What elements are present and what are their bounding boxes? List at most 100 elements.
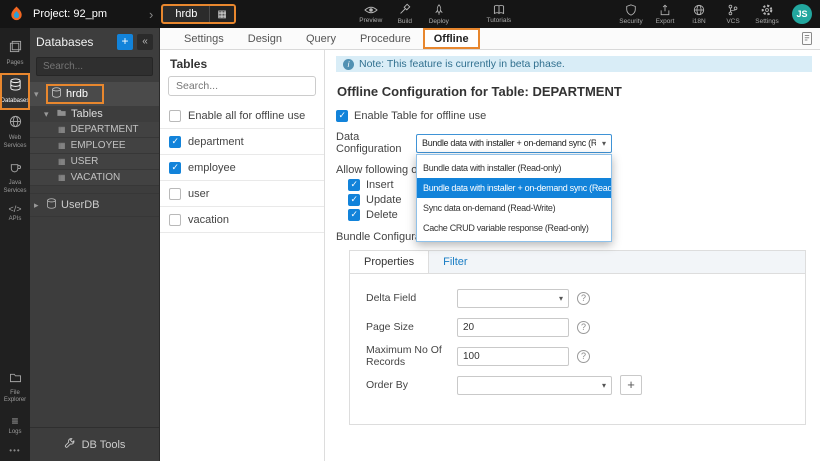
tab-properties[interactable]: Properties — [350, 251, 430, 273]
department-checkbox[interactable] — [169, 135, 181, 148]
dropdown-option[interactable]: Sync data on-demand (Read-Write) — [417, 198, 611, 218]
preview-button[interactable]: Preview — [354, 3, 388, 25]
db-context-selector[interactable]: hrdb ▦ — [161, 4, 236, 24]
enable-table-checkbox[interactable] — [336, 110, 348, 122]
db-tools-button[interactable]: DB Tools — [30, 427, 159, 461]
page-size-row: Page Size ? — [366, 317, 805, 337]
dropdown-option[interactable]: Bundle data with installer (Read-only) — [417, 158, 611, 178]
chevron-down-icon: ▾ — [601, 138, 606, 148]
globe-icon — [693, 4, 705, 16]
i18n-globe-icon[interactable]: i18N — [682, 4, 716, 25]
shield-icon — [625, 3, 637, 16]
sidebar-item-file-explorer[interactable]: File Explorer — [0, 365, 30, 410]
sidebar-item-java-services[interactable]: Java Services — [0, 155, 30, 200]
tab-offline[interactable]: Offline — [422, 28, 480, 49]
info-icon: i — [343, 58, 354, 70]
databases-search-input[interactable] — [36, 57, 153, 76]
deploy-button[interactable]: Deploy — [422, 3, 456, 25]
max-records-input[interactable] — [457, 346, 569, 366]
sidebar-item-web-services[interactable]: Web Services — [0, 110, 30, 155]
delta-field-select[interactable]: ▾ — [457, 288, 569, 308]
settings-button[interactable]: Settings — [750, 4, 784, 25]
hrdb-highlight: hrdb — [46, 84, 105, 104]
hammer-icon — [398, 3, 411, 16]
left-nav-rail: Pages Databases Web Services Java Servic… — [0, 28, 30, 461]
order-by-select[interactable]: ▾ — [457, 375, 612, 395]
vcs-button[interactable]: VCS — [716, 4, 750, 25]
chevron-right-icon: › — [148, 6, 154, 22]
export-file-icon[interactable] — [800, 31, 814, 46]
tree-item-hrdb[interactable]: ▾ hrdb — [30, 82, 159, 106]
web-services-icon — [9, 115, 22, 133]
tables-search-input[interactable] — [168, 76, 316, 96]
databases-tree: ▾ hrdb ▾ Tables ▦ DEPARTMENT ▦ EMPLOYEE — [30, 82, 159, 217]
table-icon: ▦ — [58, 141, 66, 150]
chevron-down-icon: ▾ — [601, 380, 606, 390]
dropdown-option[interactable]: Cache CRUD variable response (Read-only) — [417, 218, 611, 238]
tree-item-table-department[interactable]: ▦ DEPARTMENT — [30, 122, 159, 138]
topbar-actions: Preview Build Deploy — [354, 3, 456, 25]
enable-all-checkbox[interactable] — [169, 109, 181, 122]
sidebar-item-pages[interactable]: Pages — [0, 35, 30, 73]
data-configuration-dropdown: Bundle data with installer (Read-only) B… — [416, 153, 612, 242]
delete-checkbox[interactable] — [348, 209, 360, 221]
wavemaker-logo-icon — [8, 5, 25, 23]
list-item-user[interactable]: user — [160, 181, 324, 207]
sidebar-item-logs[interactable]: ≡ Logs — [0, 410, 30, 442]
table-icon: ▦ — [58, 173, 66, 182]
help-icon[interactable]: ? — [577, 349, 590, 363]
tab-settings[interactable]: Settings — [172, 28, 236, 49]
tab-query[interactable]: Query — [294, 28, 348, 49]
book-icon — [492, 4, 506, 15]
database-icon — [46, 198, 57, 212]
grid-view-icon[interactable]: ▦ — [210, 6, 234, 22]
help-icon[interactable]: ? — [577, 320, 590, 334]
employee-checkbox[interactable] — [169, 161, 181, 174]
list-item-vacation[interactable]: vacation — [160, 207, 324, 233]
databases-panel-title: Databases — [36, 35, 94, 49]
sidebar-item-apis[interactable]: </> APIs — [0, 200, 30, 229]
bundle-configuration-panel: Properties Filter Delta Field ▾ ? Page S… — [349, 250, 806, 425]
caret-down-icon[interactable]: ▾ — [44, 109, 52, 120]
delta-field-row: Delta Field ▾ ? — [366, 288, 805, 308]
add-order-by-button[interactable]: + — [620, 375, 642, 395]
add-database-button[interactable]: + — [117, 34, 133, 50]
tree-item-table-vacation[interactable]: ▦ VACATION — [30, 170, 159, 186]
insert-checkbox[interactable] — [348, 179, 360, 191]
tree-item-userdb[interactable]: ▸ UserDB — [30, 193, 159, 217]
caret-down-icon[interactable]: ▾ — [34, 89, 42, 100]
database-icon — [9, 77, 22, 96]
collapse-panel-icon[interactable]: « — [137, 34, 153, 50]
export-button[interactable]: Export — [648, 4, 682, 25]
user-avatar[interactable]: JS — [792, 4, 812, 24]
security-button[interactable]: Security — [614, 3, 648, 25]
build-button[interactable]: Build — [388, 3, 422, 25]
tab-procedure[interactable]: Procedure — [348, 28, 423, 49]
data-configuration-select[interactable]: Bundle data with installer + on-demand s… — [416, 133, 612, 153]
help-icon[interactable]: ? — [577, 291, 590, 305]
list-item-department[interactable]: department — [160, 129, 324, 155]
list-item-enable-all[interactable]: Enable all for offline use — [160, 103, 324, 129]
caret-right-icon[interactable]: ▸ — [34, 200, 42, 211]
more-icon[interactable]: ••• — [9, 441, 20, 461]
tab-design[interactable]: Design — [236, 28, 294, 49]
offline-config-area: i Note: This feature is currently in bet… — [325, 50, 820, 461]
tutorials-button[interactable]: Tutorials — [482, 4, 516, 24]
vacation-checkbox[interactable] — [169, 213, 181, 226]
update-checkbox[interactable] — [348, 194, 360, 206]
user-checkbox[interactable] — [169, 187, 181, 200]
tab-filter[interactable]: Filter — [429, 251, 481, 273]
page-size-input[interactable] — [457, 317, 569, 337]
list-item-employee[interactable]: employee — [160, 155, 324, 181]
dropdown-option-selected[interactable]: Bundle data with installer + on-demand s… — [417, 177, 611, 198]
tree-item-table-user[interactable]: ▦ USER — [30, 154, 159, 170]
tree-item-table-employee[interactable]: ▦ EMPLOYEE — [30, 138, 159, 154]
gear-icon — [761, 4, 773, 16]
rocket-icon — [433, 3, 445, 16]
page-title: Offline Configuration for Table: DEPARTM… — [337, 84, 622, 99]
table-icon: ▦ — [58, 157, 66, 166]
sidebar-item-databases[interactable]: Databases — [0, 72, 30, 110]
project-title: Project: 92_pm — [33, 8, 107, 20]
tree-item-tables-folder[interactable]: ▾ Tables — [30, 106, 159, 122]
beta-note: i Note: This feature is currently in bet… — [336, 56, 812, 72]
